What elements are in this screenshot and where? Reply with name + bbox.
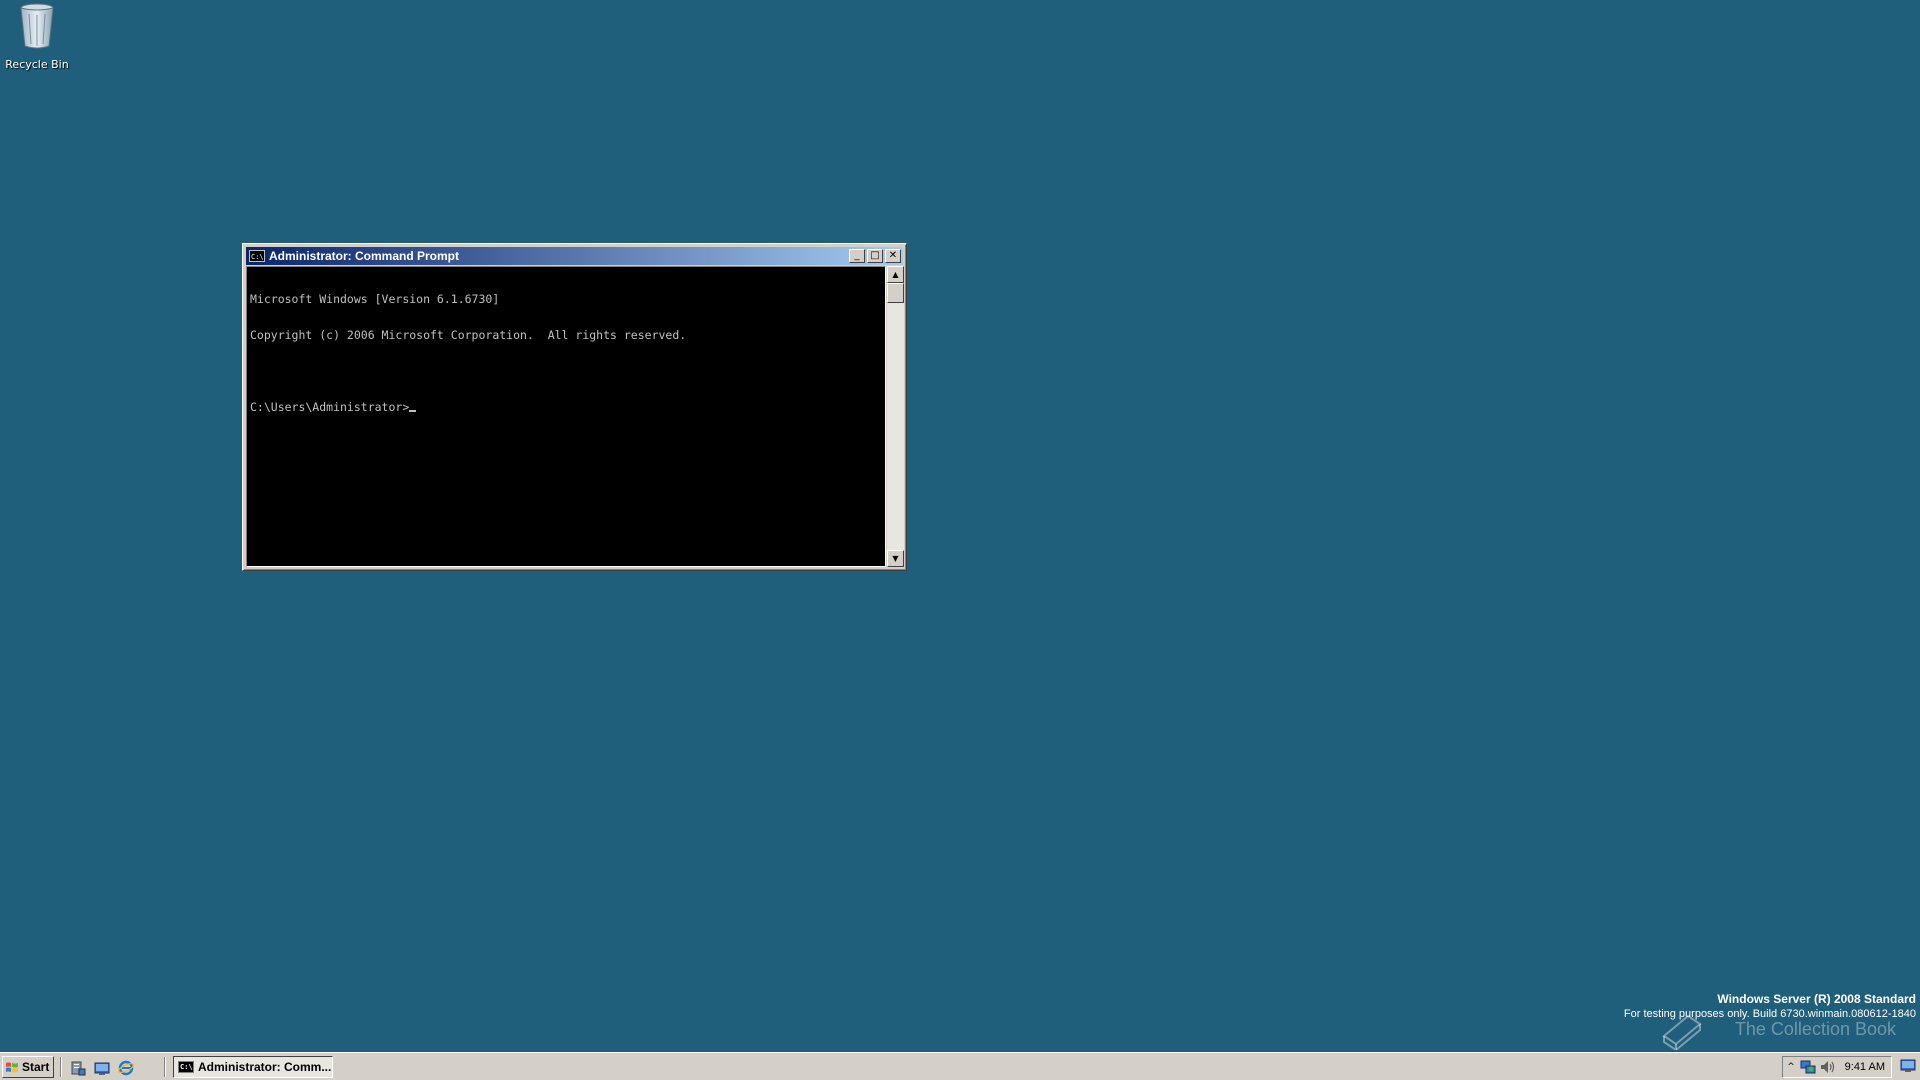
- collection-book-watermark: The Collection Book: [1734, 1019, 1896, 1039]
- minimize-button[interactable]: _: [849, 249, 865, 263]
- taskbar-button-label: Administrator: Comm...: [198, 1060, 332, 1074]
- network-icon[interactable]: [1800, 1059, 1816, 1075]
- console-prompt: C:\Users\Administrator>: [250, 400, 410, 414]
- system-tray: ^ 9:41 AM: [1782, 1056, 1892, 1078]
- show-desktop-button-icon[interactable]: [1900, 1059, 1916, 1073]
- os-edition-text: Windows Server (R) 2008 Standard: [1717, 992, 1916, 1006]
- desktop: Recycle Bin C:\ Administrator: Command P…: [0, 0, 1920, 1052]
- taskbar-separator: [164, 1057, 166, 1077]
- start-label: Start: [22, 1060, 50, 1074]
- console-output[interactable]: Microsoft Windows [Version 6.1.6730] Cop…: [246, 266, 886, 567]
- command-prompt-window[interactable]: C:\ Administrator: Command Prompt _ □ ✕ …: [242, 243, 907, 571]
- taskbar-separator: [60, 1057, 62, 1077]
- show-hidden-icons-button[interactable]: ^: [1785, 1062, 1797, 1072]
- clock[interactable]: 9:41 AM: [1845, 1061, 1885, 1073]
- scroll-down-button[interactable]: ▼: [887, 550, 904, 567]
- maximize-button[interactable]: □: [867, 249, 883, 263]
- internet-explorer-icon[interactable]: [118, 1060, 134, 1076]
- recycle-bin-shortcut[interactable]: Recycle Bin: [2, 2, 72, 71]
- windows-logo-icon: [6, 1062, 18, 1073]
- taskbar: Start C:\ Administrator: Comm... ^ 9:41 …: [0, 1052, 1920, 1080]
- window-title: Administrator: Command Prompt: [269, 249, 460, 263]
- scroll-thumb[interactable]: [887, 283, 904, 303]
- volume-icon[interactable]: [1819, 1059, 1835, 1075]
- server-manager-icon[interactable]: [70, 1060, 86, 1076]
- cmd-icon: C:\: [178, 1061, 194, 1073]
- cmd-icon: C:\: [249, 250, 265, 262]
- text-cursor: [409, 410, 417, 412]
- console-line: Copyright (c) 2006 Microsoft Corporation…: [250, 328, 687, 342]
- taskbar-button-command-prompt[interactable]: C:\ Administrator: Comm...: [173, 1056, 333, 1078]
- start-button[interactable]: Start: [2, 1056, 54, 1078]
- console-line: Microsoft Windows [Version 6.1.6730]: [250, 292, 500, 306]
- recycle-bin-icon: [20, 3, 54, 49]
- book-logo-icon: [1662, 1014, 1702, 1050]
- window-controls: _ □ ✕: [849, 249, 901, 263]
- show-desktop-icon[interactable]: [94, 1060, 110, 1076]
- window-title-bar[interactable]: C:\ Administrator: Command Prompt _ □ ✕: [246, 247, 903, 265]
- recycle-bin-label: Recycle Bin: [5, 58, 69, 71]
- close-button[interactable]: ✕: [885, 249, 901, 263]
- console-prompt-line: C:\Users\Administrator>: [250, 401, 882, 413]
- scroll-up-button[interactable]: ▲: [887, 266, 904, 283]
- vertical-scrollbar[interactable]: ▲ ▼: [887, 266, 904, 567]
